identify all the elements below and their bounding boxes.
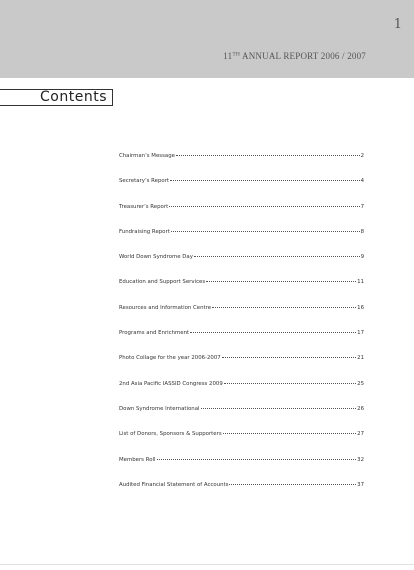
toc-dot-leader	[170, 230, 360, 232]
toc-dot-leader	[206, 281, 357, 283]
contents-heading-box: Contents	[0, 89, 113, 106]
page-number: 1	[393, 17, 402, 32]
toc-dot-leader	[212, 306, 357, 308]
toc-entry-label: Photo Collage for the year 2006-2007	[119, 355, 221, 362]
toc-entry[interactable]: World Down Syndrome Day 9	[119, 254, 364, 279]
toc-entry[interactable]: List of Donors, Sponsors & Supporters 27	[119, 431, 364, 456]
toc-entry[interactable]: Secretary’s Report 4	[119, 178, 364, 203]
toc-entry-label: Resources and Information Centre	[119, 304, 212, 311]
toc-entry-label: Chairman’s Message	[119, 153, 175, 159]
toc-entry[interactable]: Education and Support Services 11	[119, 279, 364, 304]
toc-entry[interactable]: Down Syndrome International 26	[119, 406, 364, 431]
toc-dot-leader	[156, 458, 357, 460]
footer-divider	[0, 564, 414, 565]
header-band: 1 11TH ANNUAL REPORT 2006 / 2007	[0, 0, 414, 78]
toc-entry-label: World Down Syndrome Day	[119, 254, 193, 261]
toc-dot-leader	[222, 433, 357, 435]
table-of-contents: Chairman’s Message 2 Secretary’s Report 4 Tr…	[119, 153, 364, 507]
toc-dot-leader	[175, 155, 360, 156]
toc-dot-leader	[223, 382, 357, 384]
toc-entry[interactable]: Photo Collage for the year 2006-2007 21	[119, 355, 364, 380]
toc-entry[interactable]: Members Roll 32	[119, 457, 364, 482]
toc-dot-leader	[190, 332, 357, 334]
toc-entry-label: Education and Support Services	[119, 279, 206, 286]
toc-entry-page-number: 21	[357, 355, 364, 362]
toc-entry[interactable]: Treasurer’s Report 7	[119, 204, 364, 229]
toc-entry-page-number: 37	[357, 481, 364, 488]
toc-entry-page-number: 8	[360, 228, 364, 235]
toc-entry-label: Down Syndrome International	[119, 405, 200, 412]
toc-dot-leader	[200, 407, 357, 409]
toc-entry-label: 2nd Asia Pacific IASSID Congress 2009	[119, 380, 223, 387]
toc-entry-page-number: 2	[360, 153, 364, 159]
report-title: 11TH ANNUAL REPORT 2006 / 2007	[223, 51, 366, 61]
toc-entry-label: Fundraising Report	[119, 228, 170, 235]
toc-entry[interactable]: Chairman’s Message 2	[119, 153, 364, 178]
toc-entry[interactable]: Programs and Enrichment 17	[119, 330, 364, 355]
toc-entry-page-number: 16	[357, 304, 364, 311]
toc-entry-page-number: 11	[357, 279, 364, 286]
toc-entry[interactable]: 2nd Asia Pacific IASSID Congress 2009 25	[119, 381, 364, 406]
toc-entry-page-number: 32	[357, 456, 364, 463]
toc-entry-page-number: 4	[360, 178, 364, 185]
toc-dot-leader	[169, 205, 360, 207]
report-title-text: ANNUAL REPORT 2006 / 2007	[240, 51, 366, 61]
toc-dot-leader	[221, 357, 357, 359]
toc-entry-label: Members Roll	[119, 456, 156, 463]
toc-entry-label: List of Donors, Sponsors & Supporters	[119, 431, 222, 438]
toc-entry-page-number: 9	[360, 254, 364, 261]
toc-entry-page-number: 17	[357, 330, 364, 337]
contents-title: Contents	[40, 89, 107, 105]
toc-entry[interactable]: Resources and Information Centre 16	[119, 305, 364, 330]
toc-entry-page-number: 26	[357, 405, 364, 412]
toc-entry-label: Secretary’s Report	[119, 178, 170, 185]
toc-entry-page-number: 25	[357, 380, 364, 387]
report-page: 1 11TH ANNUAL REPORT 2006 / 2007 Content…	[0, 0, 414, 570]
toc-entry-label: Programs and Enrichment	[119, 330, 190, 337]
report-title-ordinal: TH	[232, 51, 241, 58]
toc-entry[interactable]: Fundraising Report 8	[119, 229, 364, 254]
toc-entry[interactable]: Audited Financial Statement of Accounts 3…	[119, 482, 364, 507]
toc-dot-leader	[170, 180, 360, 182]
toc-dot-leader	[193, 256, 360, 258]
toc-entry-page-number: 7	[360, 203, 364, 210]
toc-entry-label: Audited Financial Statement of Accounts	[119, 481, 229, 488]
report-title-number: 11	[223, 51, 233, 61]
toc-entry-label: Treasurer’s Report	[119, 203, 169, 210]
toc-entry-page-number: 27	[357, 431, 364, 438]
toc-dot-leader	[229, 483, 357, 485]
